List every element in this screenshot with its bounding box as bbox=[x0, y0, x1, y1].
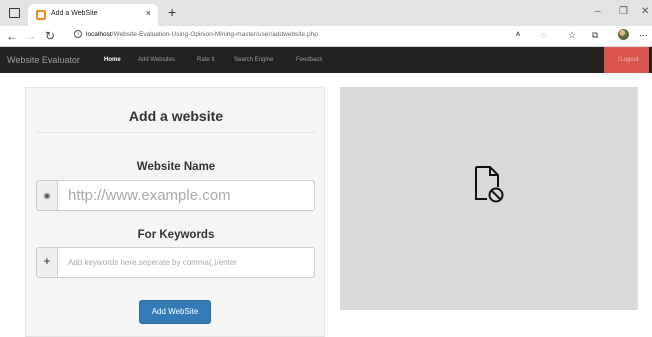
nav-home[interactable]: Home bbox=[104, 57, 121, 63]
logout-label: Logout bbox=[620, 57, 639, 63]
broken-image-icon bbox=[475, 166, 504, 203]
nav-search-engine[interactable]: Search Engine bbox=[234, 57, 273, 63]
url-path: /Website-Evaluation-Using-Opinion-Mining… bbox=[111, 31, 318, 38]
address-bar-row: ← → ↻ i localhost/Website-Evaluation-Usi… bbox=[0, 26, 652, 47]
url-host: localhost bbox=[86, 31, 112, 38]
address-field[interactable]: localhost/Website-Evaluation-Using-Opini… bbox=[86, 31, 318, 38]
restore-icon[interactable]: ❐ bbox=[619, 6, 628, 18]
tab-title: Add a WebSite bbox=[51, 10, 98, 17]
window-icon[interactable] bbox=[9, 8, 20, 18]
keywords-input[interactable]: Add keywords here.seperate by comma(,)/e… bbox=[57, 247, 315, 278]
back-arrow-icon[interactable]: ← bbox=[6, 29, 18, 43]
globe-icon: ◉ bbox=[36, 180, 57, 211]
add-website-button[interactable]: Add WebSite bbox=[139, 300, 211, 324]
site-info-icon[interactable]: i bbox=[74, 30, 82, 38]
add-website-card: Add a website Website Name ◉ http://www.… bbox=[25, 87, 325, 337]
form-title: Add a website bbox=[128, 108, 224, 124]
new-tab-button[interactable]: + bbox=[168, 5, 176, 19]
forward-arrow-icon[interactable]: → bbox=[24, 29, 36, 43]
website-url-input[interactable]: http://www.example.com bbox=[57, 180, 315, 211]
collections-icon[interactable]: ⧉ bbox=[592, 30, 598, 41]
keywords-label: For Keywords bbox=[137, 229, 215, 241]
favorites-star-icon[interactable]: ☆ bbox=[568, 30, 576, 41]
refresh-icon[interactable]: ↻ bbox=[45, 29, 55, 43]
browser-tab[interactable]: Add a WebSite × bbox=[28, 4, 158, 26]
website-name-label: Website Name bbox=[136, 161, 216, 173]
app-navbar: Website Evaluator Home Add Websites Rate… bbox=[0, 47, 652, 73]
brand-title[interactable]: Website Evaluator bbox=[7, 55, 80, 65]
minimize-icon[interactable]: – bbox=[595, 6, 601, 18]
site-favicon-icon bbox=[36, 10, 46, 20]
more-menu-icon[interactable]: ⋯ bbox=[639, 30, 648, 41]
website-preview-image bbox=[340, 87, 638, 310]
nav-add-websites[interactable]: Add Websites bbox=[138, 57, 175, 63]
browser-tab-strip: Add a WebSite × + – ❐ ✕ bbox=[0, 0, 652, 26]
nav-feedback[interactable]: Feedback bbox=[296, 57, 322, 63]
plus-icon: + bbox=[36, 247, 57, 278]
logout-button[interactable]: 〈Logout bbox=[604, 47, 649, 73]
read-aloud-icon[interactable]: ᴬ bbox=[516, 30, 520, 41]
close-window-icon[interactable]: ✕ bbox=[641, 6, 649, 18]
tracking-prevention-icon[interactable]: ◌ bbox=[541, 30, 546, 41]
nav-rate-it[interactable]: Rate It bbox=[197, 57, 215, 63]
title-divider bbox=[36, 132, 316, 133]
tab-close-icon[interactable]: × bbox=[146, 8, 151, 18]
profile-avatar[interactable] bbox=[618, 29, 629, 40]
